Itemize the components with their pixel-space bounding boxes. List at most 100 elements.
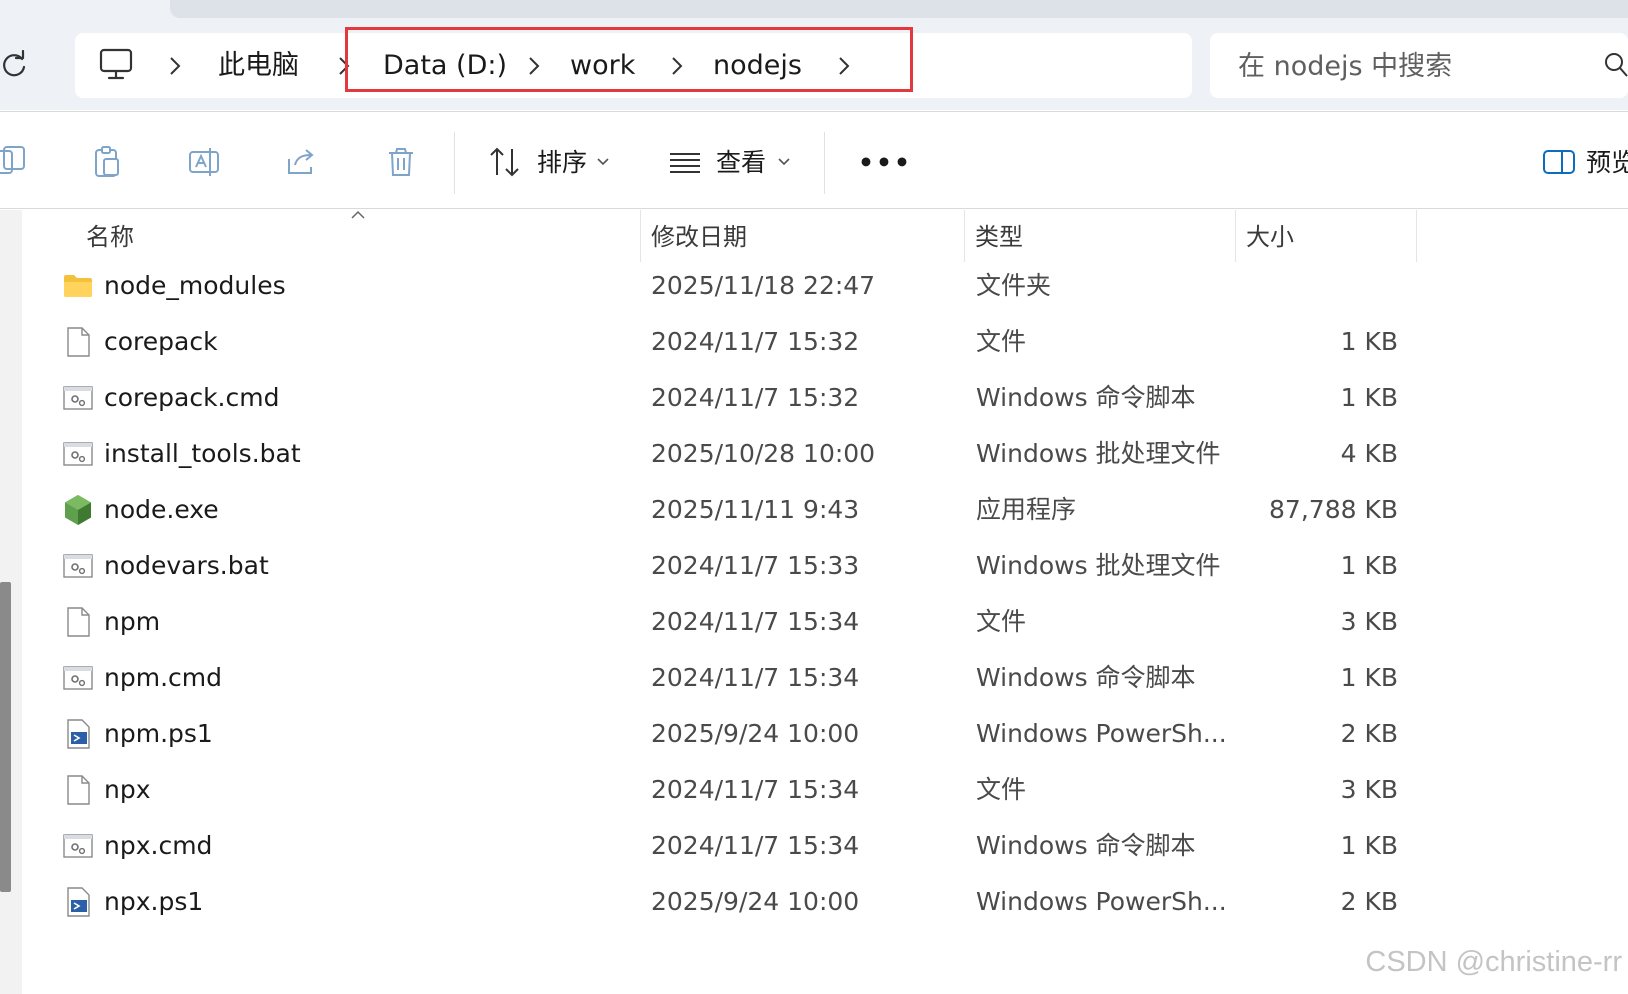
preview-pane-icon[interactable] (1542, 145, 1576, 179)
watermark: CSDN @christine-rr (1365, 946, 1622, 978)
file-row[interactable]: node.exe 2025/11/11 9:43 应用程序 87,788 KB (22, 482, 1522, 538)
file-type: 文件 (976, 327, 1027, 356)
file-row[interactable]: nodevars.bat 2024/11/7 15:33 Windows 批处理文件… (22, 538, 1522, 594)
sort-icon[interactable] (488, 145, 522, 179)
view-list-icon[interactable] (668, 145, 702, 179)
breadcrumb-chevron-icon[interactable] (165, 54, 185, 78)
file-type: 文件 (976, 607, 1027, 636)
file-type: 文件 (976, 775, 1027, 804)
file-name: node.exe (104, 495, 219, 524)
file-type: Windows 批处理文件 (976, 551, 1221, 580)
preview-pane-button[interactable]: 预览 (1586, 145, 1628, 181)
file-size: 2 KB (1340, 887, 1398, 916)
toolbar-divider (454, 132, 455, 194)
share-icon[interactable] (285, 145, 319, 179)
file-type: Windows 命令脚本 (976, 831, 1196, 860)
scrollbar-thumb[interactable] (0, 582, 11, 892)
file-modified-date: 2024/11/7 15:34 (651, 607, 860, 636)
file-type: Windows 命令脚本 (976, 383, 1196, 412)
file-icon (62, 774, 94, 806)
file-name: npx (104, 775, 151, 804)
file-modified-date: 2024/11/7 15:34 (651, 663, 860, 692)
search-icon[interactable] (1604, 52, 1628, 78)
folder-icon (62, 270, 94, 302)
script-icon (62, 662, 94, 694)
delete-icon[interactable] (384, 145, 418, 179)
file-type: Windows 命令脚本 (976, 663, 1196, 692)
file-row[interactable]: install_tools.bat 2025/10/28 10:00 Windows… (22, 426, 1522, 482)
file-row[interactable]: node_modules 2025/11/18 22:47 文件夹 (22, 258, 1522, 314)
file-name: npm (104, 607, 161, 636)
file-modified-date: 2024/11/7 15:32 (651, 383, 860, 412)
search-placeholder: 在 nodejs 中搜索 (1238, 51, 1453, 82)
powershell-icon (62, 886, 94, 918)
rename-icon[interactable] (188, 145, 222, 179)
file-row[interactable]: npx.ps1 2025/9/24 10:00 Windows PowerSh...… (22, 874, 1522, 930)
chevron-down-icon[interactable] (596, 157, 610, 167)
nodejs-hexagon-icon (62, 494, 94, 526)
file-row[interactable]: npm.ps1 2025/9/24 10:00 Windows PowerSh...… (22, 706, 1522, 762)
file-modified-date: 2025/9/24 10:00 (651, 719, 860, 748)
file-row[interactable]: corepack.cmd 2024/11/7 15:32 Windows 命令脚本 1… (22, 370, 1522, 426)
command-bar (0, 111, 1628, 209)
file-row[interactable]: npx.cmd 2024/11/7 15:34 Windows 命令脚本 1 KB (22, 818, 1522, 874)
file-size: 1 KB (1340, 551, 1398, 580)
column-header-name[interactable]: 名称 (86, 220, 134, 254)
file-icon (62, 326, 94, 358)
chevron-down-icon[interactable] (777, 157, 791, 167)
file-icon (62, 606, 94, 638)
file-type: Windows PowerSh... (976, 887, 1227, 916)
file-size: 1 KB (1340, 663, 1398, 692)
script-icon (62, 438, 94, 470)
file-type: 应用程序 (976, 495, 1077, 524)
column-divider[interactable] (1416, 210, 1417, 262)
column-divider[interactable] (640, 210, 641, 262)
file-modified-date: 2024/11/7 15:34 (651, 831, 860, 860)
copy-icon[interactable] (0, 145, 34, 179)
column-header-size[interactable]: 大小 (1246, 220, 1294, 254)
paste-icon[interactable] (92, 145, 126, 179)
file-size: 1 KB (1340, 831, 1398, 860)
file-type: Windows 批处理文件 (976, 439, 1221, 468)
toolbar-divider (824, 132, 825, 194)
column-divider[interactable] (1235, 210, 1236, 262)
file-name: install_tools.bat (104, 439, 301, 468)
file-modified-date: 2024/11/7 15:34 (651, 775, 860, 804)
column-divider[interactable] (964, 210, 965, 262)
more-options-button[interactable]: ••• (858, 145, 912, 181)
script-icon (62, 830, 94, 862)
file-name: npx.ps1 (104, 887, 204, 916)
file-name: npx.cmd (104, 831, 213, 860)
file-size: 3 KB (1340, 607, 1398, 636)
this-pc-icon[interactable] (98, 48, 136, 82)
file-row[interactable]: npx 2024/11/7 15:34 文件 3 KB (22, 762, 1522, 818)
file-row[interactable]: npm 2024/11/7 15:34 文件 3 KB (22, 594, 1522, 650)
file-name: corepack.cmd (104, 383, 280, 412)
file-type: 文件夹 (976, 271, 1052, 300)
file-type: Windows PowerSh... (976, 719, 1227, 748)
file-name: nodevars.bat (104, 551, 269, 580)
column-header-date[interactable]: 修改日期 (651, 220, 747, 254)
file-modified-date: 2025/11/18 22:47 (651, 271, 876, 300)
file-modified-date: 2025/9/24 10:00 (651, 887, 860, 916)
breadcrumb-this-pc[interactable]: 此电脑 (218, 46, 299, 86)
file-row[interactable]: npm.cmd 2024/11/7 15:34 Windows 命令脚本 1 KB (22, 650, 1522, 706)
file-size: 3 KB (1340, 775, 1398, 804)
file-size: 4 KB (1340, 439, 1398, 468)
file-row[interactable]: corepack 2024/11/7 15:32 文件 1 KB (22, 314, 1522, 370)
file-size: 2 KB (1340, 719, 1398, 748)
file-modified-date: 2024/11/7 15:33 (651, 551, 860, 580)
file-name: npm.ps1 (104, 719, 213, 748)
refresh-button[interactable] (0, 49, 30, 80)
file-size: 1 KB (1340, 327, 1398, 356)
sort-button[interactable]: 排序 (537, 145, 587, 181)
file-size: 1 KB (1340, 383, 1398, 412)
powershell-icon (62, 718, 94, 750)
file-name: corepack (104, 327, 218, 356)
column-header-type[interactable]: 类型 (975, 220, 1023, 254)
annotation-highlight-box (345, 27, 913, 92)
file-name: node_modules (104, 271, 286, 300)
file-modified-date: 2025/11/11 9:43 (651, 495, 860, 524)
sort-ascending-caret-icon (351, 210, 365, 219)
view-button[interactable]: 查看 (716, 145, 766, 181)
